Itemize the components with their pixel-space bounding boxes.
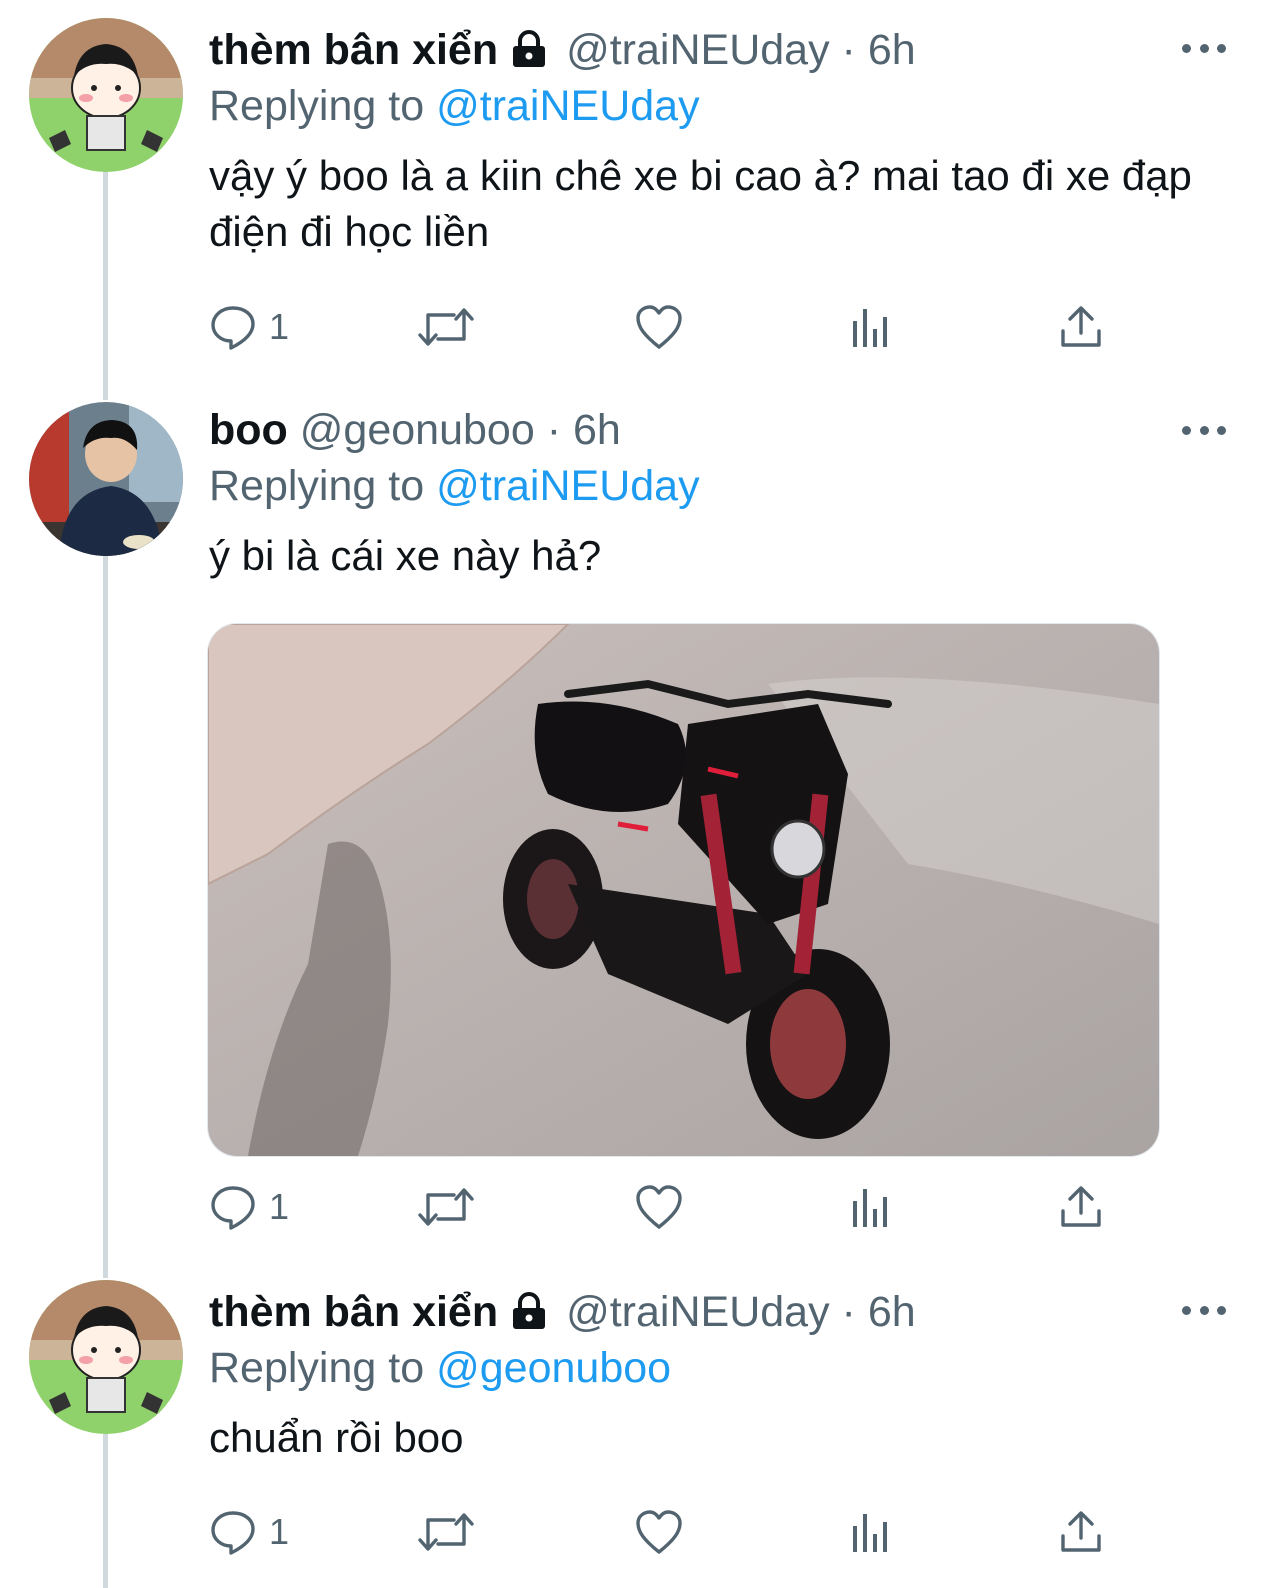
heart-icon [634, 1183, 684, 1231]
timestamp[interactable]: 6h [573, 406, 621, 454]
user-handle[interactable]: @traiNEUday [566, 26, 830, 74]
reply-count: 1 [269, 1186, 290, 1227]
lock-icon [508, 1288, 550, 1344]
retweet-icon [416, 1508, 476, 1556]
views-button[interactable] [849, 1177, 893, 1237]
views-button[interactable] [849, 297, 893, 357]
replying-to-label: Replying to [209, 1344, 425, 1392]
bar-chart-icon [849, 1183, 893, 1231]
speech-bubble-icon [209, 303, 257, 351]
tweet[interactable]: thèm bân xiển @traiNEUday · 6h Replying … [0, 0, 1284, 380]
timestamp[interactable]: 6h [868, 26, 916, 74]
tweet-actions: 1 [209, 297, 1209, 357]
more-options-button[interactable] [1182, 1300, 1226, 1320]
like-button[interactable] [634, 1502, 684, 1562]
share-upload-icon [1059, 303, 1103, 351]
avatar[interactable] [29, 18, 183, 172]
retweet-button[interactable] [416, 297, 476, 357]
share-upload-icon [1059, 1183, 1103, 1231]
replying-to-link[interactable]: @traiNEUday [436, 462, 700, 510]
share-button[interactable] [1059, 1502, 1103, 1562]
speech-bubble-icon [209, 1508, 257, 1556]
tweet-photo-motorbike[interactable] [207, 623, 1160, 1157]
lock-icon [508, 26, 550, 82]
bar-chart-icon [849, 303, 893, 351]
tweet-text: chuẩn rồi boo [209, 1414, 464, 1461]
avatar[interactable] [29, 1280, 183, 1434]
more-options-button[interactable] [1182, 38, 1226, 58]
replying-to-label: Replying to [209, 462, 425, 510]
retweet-button[interactable] [416, 1177, 476, 1237]
display-name[interactable]: thèm bân xiển [209, 1288, 498, 1336]
tweet-header: thèm bân xiển @traiNEUday · 6h [209, 1284, 1209, 1340]
tweet-text: vậy ý boo là a kiin chê xe bi cao à? mai… [209, 152, 1192, 255]
reply-count: 1 [269, 306, 290, 347]
separator-dot: · [546, 406, 562, 454]
replying-to-line: Replying to @traiNEUday [209, 458, 1209, 514]
like-button[interactable] [634, 1177, 684, 1237]
views-button[interactable] [849, 1502, 893, 1562]
tweet-actions: 1 [209, 1177, 1209, 1237]
share-upload-icon [1059, 1508, 1103, 1556]
share-button[interactable] [1059, 1177, 1103, 1237]
more-dots-icon [1182, 1305, 1191, 1315]
speech-bubble-icon [209, 1183, 257, 1231]
retweet-button[interactable] [416, 1502, 476, 1562]
more-dots-icon [1182, 43, 1191, 53]
bar-chart-icon [849, 1508, 893, 1556]
separator-dot: · [841, 26, 856, 74]
share-button[interactable] [1059, 297, 1103, 357]
like-button[interactable] [634, 297, 684, 357]
heart-icon [634, 1508, 684, 1556]
replying-to-link[interactable]: @traiNEUday [436, 82, 700, 130]
tweet[interactable]: boo @geonuboo · 6h Replying to @traiNEUd… [0, 380, 1284, 1260]
tweet-header: boo @geonuboo · 6h [209, 402, 1209, 458]
tweet-header: thèm bân xiển @traiNEUday · 6h [209, 22, 1209, 78]
reply-button[interactable]: 1 [209, 1177, 289, 1237]
tweet-actions: 1 [209, 1502, 1209, 1562]
reply-button[interactable]: 1 [209, 297, 289, 357]
display-name[interactable]: boo [209, 406, 288, 454]
more-options-button[interactable] [1182, 420, 1226, 440]
reply-count: 1 [269, 1511, 290, 1552]
replying-to-link[interactable]: @geonuboo [436, 1344, 671, 1392]
timestamp[interactable]: 6h [868, 1288, 916, 1336]
display-name[interactable]: thèm bân xiển [209, 26, 498, 74]
separator-dot: · [841, 1288, 856, 1336]
retweet-icon [416, 1183, 476, 1231]
user-handle[interactable]: @geonuboo [300, 406, 535, 454]
replying-to-line: Replying to @geonuboo [209, 1340, 1209, 1396]
retweet-icon [416, 303, 476, 351]
heart-icon [634, 303, 684, 351]
tweet-text: ý bi là cái xe này hả? [209, 532, 602, 579]
reply-button[interactable]: 1 [209, 1502, 289, 1562]
replying-to-line: Replying to @traiNEUday [209, 78, 1209, 134]
user-handle[interactable]: @traiNEUday [566, 1288, 830, 1336]
more-dots-icon [1182, 425, 1191, 435]
tweet[interactable]: thèm bân xiển @traiNEUday · 6h Replying … [0, 1260, 1284, 1588]
avatar[interactable] [29, 402, 183, 556]
replying-to-label: Replying to [209, 82, 425, 130]
